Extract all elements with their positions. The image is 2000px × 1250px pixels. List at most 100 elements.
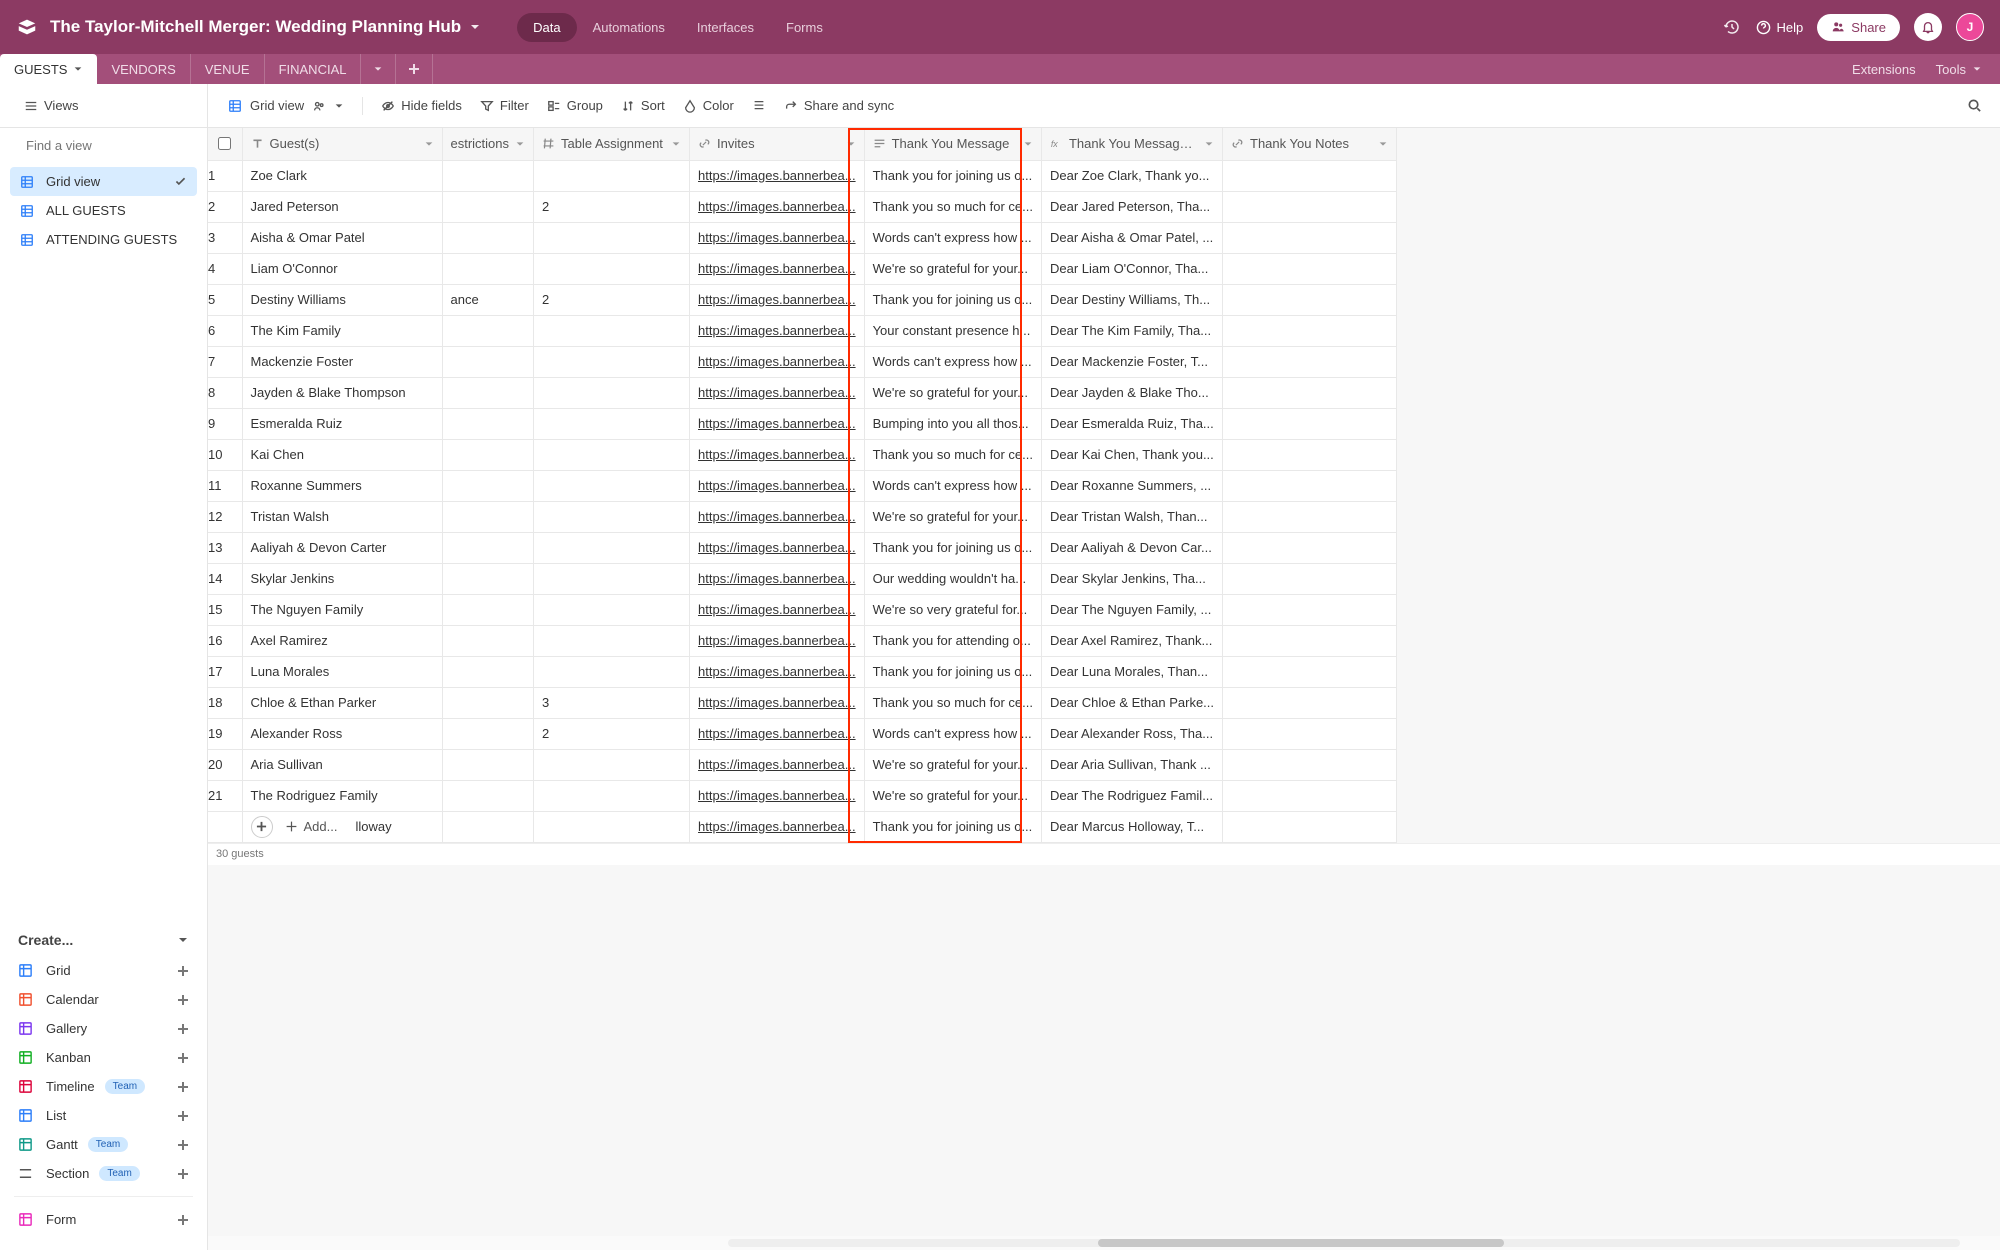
create-option[interactable]: Calendar: [14, 985, 193, 1014]
cell-invites[interactable]: https://images.bannerbea...: [690, 749, 865, 780]
cell-table-assignment[interactable]: [534, 470, 690, 501]
cell-thank-you-image[interactable]: Dear Axel Ramirez, Thank...: [1041, 625, 1222, 656]
create-option[interactable]: Form: [14, 1205, 193, 1234]
cell-guest[interactable]: The Kim Family: [242, 315, 442, 346]
cell-guest[interactable]: Skylar Jenkins: [242, 563, 442, 594]
cell-thank-you-image[interactable]: Dear Tristan Walsh, Than...: [1041, 501, 1222, 532]
table-row[interactable]: 5 Destiny Williams ance 2 https://images…: [208, 284, 1397, 315]
cell-guest[interactable]: Aaliyah & Devon Carter: [242, 532, 442, 563]
cell-table-assignment[interactable]: [534, 377, 690, 408]
cell-guest[interactable]: Esmeralda Ruiz: [242, 408, 442, 439]
cell-thank-you-message[interactable]: Thank you so much for ce...: [864, 191, 1041, 222]
cell-guest[interactable]: The Nguyen Family: [242, 594, 442, 625]
extensions-button[interactable]: Extensions: [1852, 62, 1916, 77]
table-row[interactable]: 15 The Nguyen Family https://images.bann…: [208, 594, 1397, 625]
cell-thank-you-image[interactable]: Dear The Rodriguez Famil...: [1041, 780, 1222, 811]
cell-restrictions[interactable]: [442, 718, 534, 749]
cell-thank-you-notes[interactable]: [1223, 563, 1397, 594]
plus-icon[interactable]: [177, 965, 189, 977]
cell-thank-you-notes[interactable]: [1223, 594, 1397, 625]
cell-thank-you-message[interactable]: Thank you for joining us o...: [864, 284, 1041, 315]
column-header-table-assignment[interactable]: Table Assignment: [534, 128, 690, 160]
cell-thank-you-image[interactable]: Dear The Kim Family, Tha...: [1041, 315, 1222, 346]
cell-table-assignment[interactable]: 3: [534, 687, 690, 718]
cell-thank-you-notes[interactable]: [1223, 780, 1397, 811]
plus-icon[interactable]: [177, 1139, 189, 1151]
cell-invites[interactable]: https://images.bannerbea...: [690, 780, 865, 811]
cell-restrictions[interactable]: [442, 532, 534, 563]
cell-thank-you-message[interactable]: Thank you for joining us o...: [864, 160, 1041, 191]
create-option[interactable]: Grid: [14, 956, 193, 985]
cell-thank-you-notes[interactable]: [1223, 532, 1397, 563]
cell-thank-you-notes[interactable]: [1223, 408, 1397, 439]
cell-guest[interactable]: Luna Morales: [242, 656, 442, 687]
cell-thank-you-image[interactable]: Dear Kai Chen, Thank you...: [1041, 439, 1222, 470]
sort-button[interactable]: Sort: [613, 93, 673, 118]
tab-automations[interactable]: Automations: [577, 13, 681, 42]
table-row[interactable]: 6 The Kim Family https://images.bannerbe…: [208, 315, 1397, 346]
column-header-restrictions[interactable]: estrictions: [442, 128, 534, 160]
cell-table-assignment[interactable]: [534, 532, 690, 563]
table-row[interactable]: 20 Aria Sullivan https://images.bannerbe…: [208, 749, 1397, 780]
table-row[interactable]: 21 The Rodriguez Family https://images.b…: [208, 780, 1397, 811]
create-option[interactable]: Gallery: [14, 1014, 193, 1043]
cell-invites[interactable]: https://images.bannerbea...: [690, 439, 865, 470]
cell-guest[interactable]: Jayden & Blake Thompson: [242, 377, 442, 408]
create-option[interactable]: GanttTeam: [14, 1130, 193, 1159]
table-tab-financial[interactable]: FINANCIAL: [265, 54, 362, 84]
cell-thank-you-message[interactable]: Words can't express how ...: [864, 470, 1041, 501]
views-search[interactable]: [0, 128, 207, 163]
cell-thank-you-image[interactable]: Dear Luna Morales, Than...: [1041, 656, 1222, 687]
cell-guest[interactable]: Roxanne Summers: [242, 470, 442, 501]
add-row-cell[interactable]: Add...lloway: [242, 811, 442, 842]
plus-icon[interactable]: [177, 994, 189, 1006]
cell-invites[interactable]: https://images.bannerbea...: [690, 501, 865, 532]
column-header-thank-you-notes[interactable]: Thank You Notes: [1223, 128, 1397, 160]
cell-thank-you-message[interactable]: We're so very grateful for...: [864, 594, 1041, 625]
table-row[interactable]: 1 Zoe Clark https://images.bannerbea... …: [208, 160, 1397, 191]
cell-invites[interactable]: https://images.bannerbea...: [690, 470, 865, 501]
notifications-button[interactable]: [1914, 13, 1942, 41]
cell-thank-you-image[interactable]: Dear Liam O'Connor, Tha...: [1041, 253, 1222, 284]
plus-icon[interactable]: [177, 1023, 189, 1035]
views-search-input[interactable]: [26, 138, 202, 153]
table-tab-guests[interactable]: GUESTS: [0, 54, 97, 84]
cell-thank-you-message[interactable]: We're so grateful for your...: [864, 749, 1041, 780]
cell-table-assignment[interactable]: 2: [534, 718, 690, 749]
color-button[interactable]: Color: [675, 93, 742, 118]
cell-thank-you-message[interactable]: We're so grateful for your...: [864, 780, 1041, 811]
column-header-thank-you-message[interactable]: Thank You Message: [864, 128, 1041, 160]
table-row[interactable]: 3 Aisha & Omar Patel https://images.bann…: [208, 222, 1397, 253]
select-all-checkbox[interactable]: [208, 128, 242, 160]
cell-restrictions[interactable]: [442, 594, 534, 625]
plus-icon[interactable]: [177, 1081, 189, 1093]
create-option[interactable]: Kanban: [14, 1043, 193, 1072]
cell-thank-you-notes[interactable]: [1223, 439, 1397, 470]
cell-thank-you-notes[interactable]: [1223, 656, 1397, 687]
cell-thank-you-notes[interactable]: [1223, 191, 1397, 222]
cell-restrictions[interactable]: [442, 687, 534, 718]
tab-interfaces[interactable]: Interfaces: [681, 13, 770, 42]
cell-thank-you-message[interactable]: We're so grateful for your...: [864, 501, 1041, 532]
cell-invites[interactable]: https://images.bannerbea...: [690, 563, 865, 594]
table-row[interactable]: 12 Tristan Walsh https://images.bannerbe…: [208, 501, 1397, 532]
table-row[interactable]: 9 Esmeralda Ruiz https://images.bannerbe…: [208, 408, 1397, 439]
plus-icon[interactable]: [177, 1168, 189, 1180]
table-row[interactable]: Add...lloway https://images.bannerbea...…: [208, 811, 1397, 842]
cell-restrictions[interactable]: [442, 470, 534, 501]
cell-table-assignment[interactable]: [534, 439, 690, 470]
table-row[interactable]: 14 Skylar Jenkins https://images.bannerb…: [208, 563, 1397, 594]
cell-thank-you-message[interactable]: We're so grateful for your...: [864, 253, 1041, 284]
cell-table-assignment[interactable]: [534, 160, 690, 191]
cell-restrictions[interactable]: [442, 439, 534, 470]
row-height-button[interactable]: [744, 94, 774, 118]
cell-thank-you-image[interactable]: Dear Alexander Ross, Tha...: [1041, 718, 1222, 749]
table-row[interactable]: 10 Kai Chen https://images.bannerbea... …: [208, 439, 1397, 470]
cell-thank-you-image[interactable]: Dear Esmeralda Ruiz, Tha...: [1041, 408, 1222, 439]
group-button[interactable]: Group: [539, 93, 611, 118]
cell-invites[interactable]: https://images.bannerbea...: [690, 253, 865, 284]
table-row[interactable]: 16 Axel Ramirez https://images.bannerbea…: [208, 625, 1397, 656]
cell-thank-you-message[interactable]: Our wedding wouldn't ha...: [864, 563, 1041, 594]
share-sync-button[interactable]: Share and sync: [776, 93, 902, 118]
create-section-header[interactable]: Create...: [14, 924, 193, 956]
